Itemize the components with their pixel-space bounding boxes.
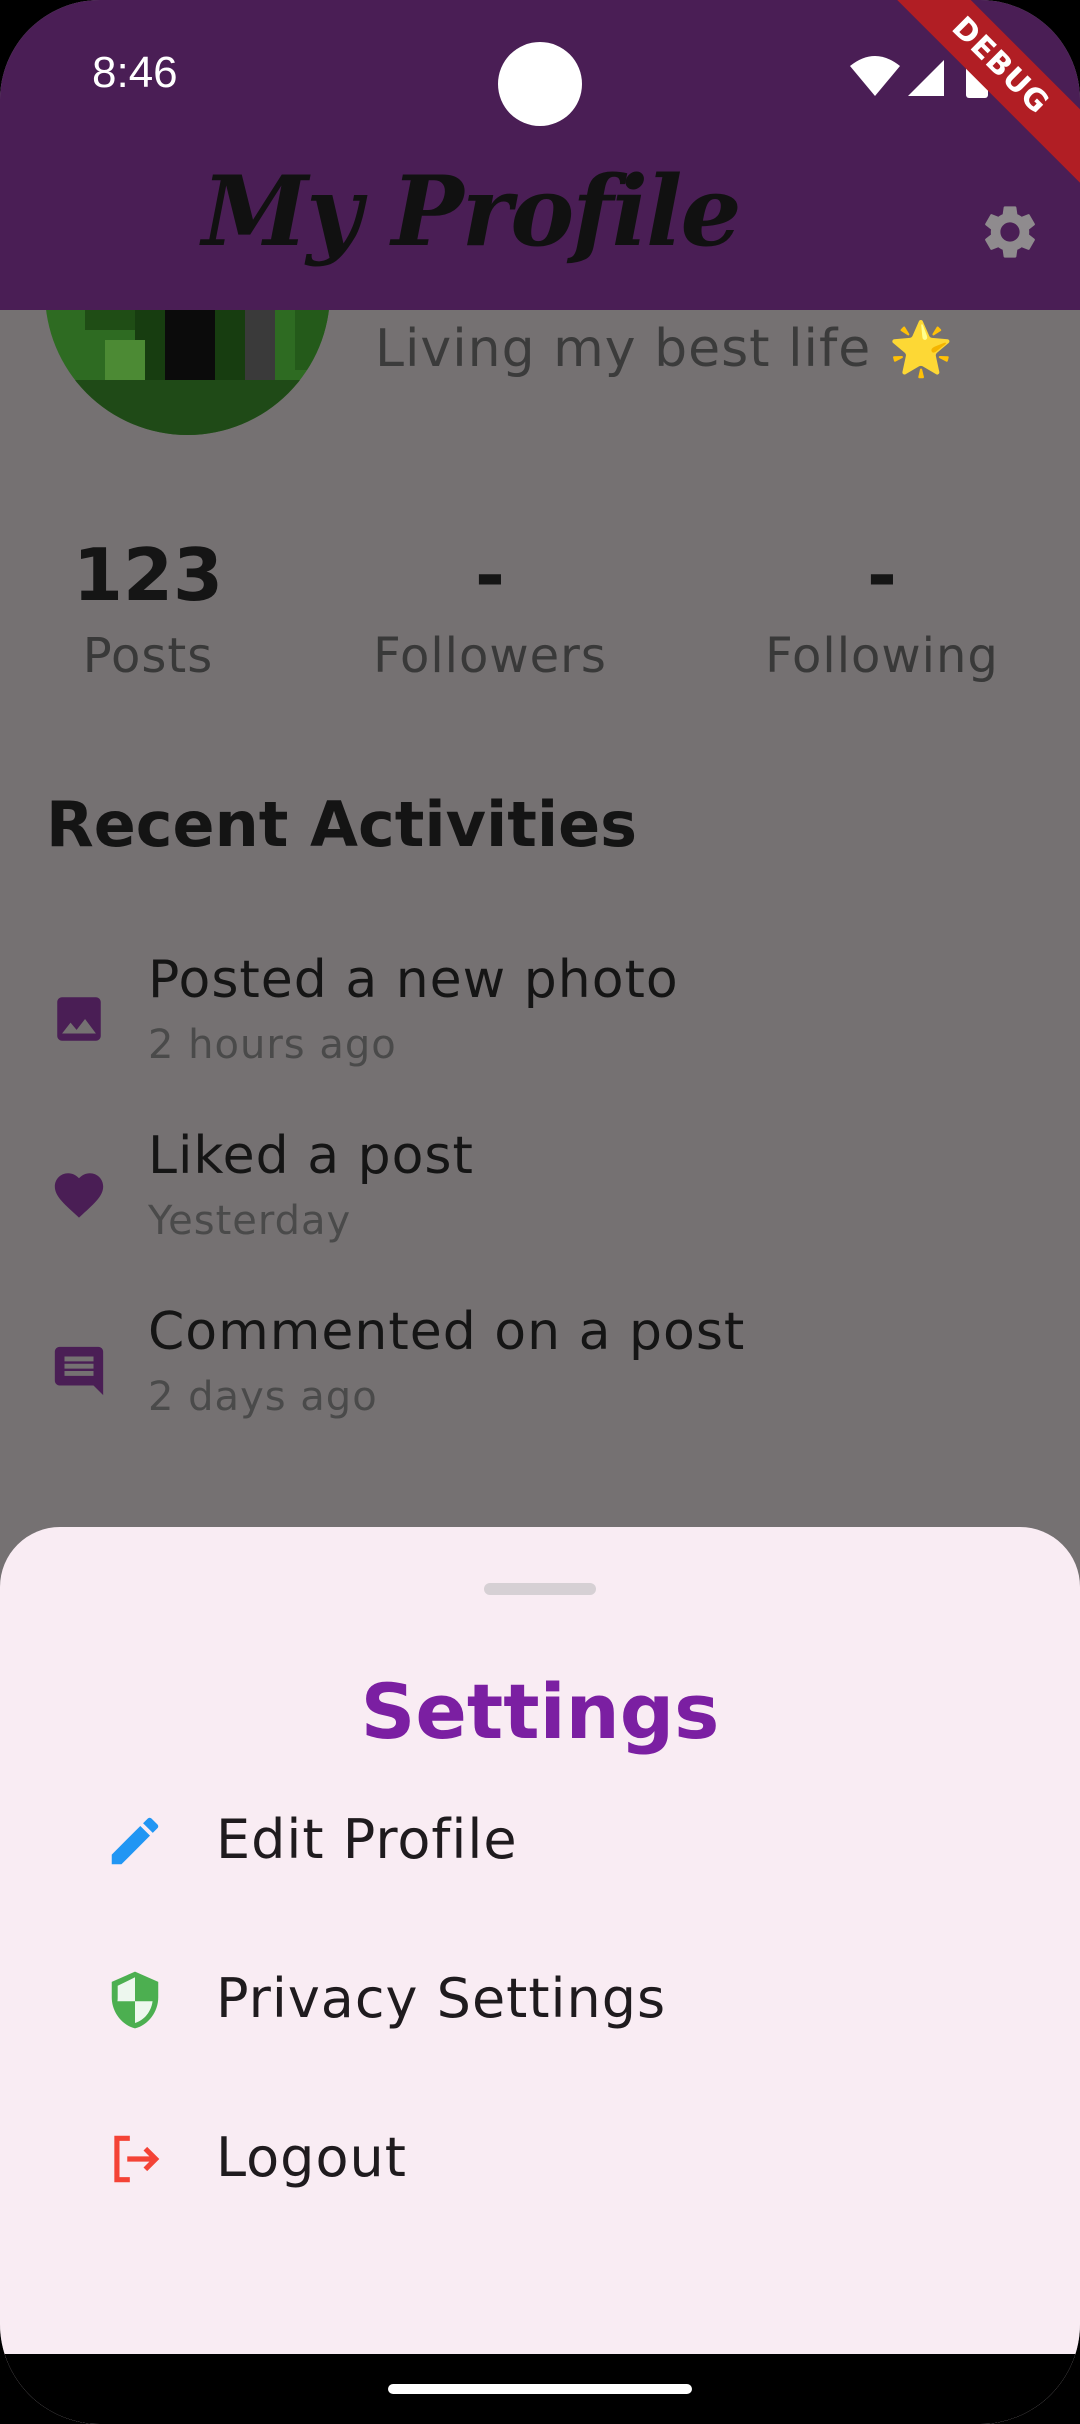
menu-item-label: Privacy Settings xyxy=(216,1967,667,2030)
home-indicator[interactable] xyxy=(388,2384,692,2394)
wifi-icon xyxy=(850,56,900,96)
activity-item[interactable]: Posted a new photo 2 hours ago xyxy=(0,950,1080,1100)
stat-following[interactable]: - Following xyxy=(722,530,1042,684)
activity-title: Commented on a post xyxy=(148,1302,746,1362)
image-icon xyxy=(57,997,101,1041)
stat-following-value: - xyxy=(867,533,897,617)
gear-icon[interactable] xyxy=(978,200,1042,264)
settings-bottom-sheet: Settings Edit Profile Privacy Settings L… xyxy=(0,1527,1080,2424)
menu-item-edit-profile[interactable]: Edit Profile xyxy=(0,1770,1080,1910)
device-screen: Living my best life 🌟 123 Posts - Follow… xyxy=(0,0,1080,2424)
signal-icon xyxy=(908,60,944,96)
sheet-title: Settings xyxy=(360,1667,720,1756)
stat-followers-label: Followers xyxy=(373,628,607,684)
comment-icon xyxy=(54,1346,104,1396)
stat-posts-value: 123 xyxy=(72,533,224,617)
menu-item-privacy-settings[interactable]: Privacy Settings xyxy=(0,1929,1080,2069)
profile-bio: Living my best life 🌟 xyxy=(375,319,955,379)
stat-posts[interactable]: 123 Posts xyxy=(0,530,308,684)
stat-following-label: Following xyxy=(765,628,999,684)
activity-time: 2 hours ago xyxy=(148,1022,397,1068)
menu-item-label: Edit Profile xyxy=(216,1808,518,1871)
activity-title: Posted a new photo xyxy=(148,950,679,1010)
activity-time: Yesterday xyxy=(148,1198,352,1244)
activity-title: Liked a post xyxy=(148,1126,474,1186)
stat-followers-value: - xyxy=(475,533,505,617)
activity-time: 2 days ago xyxy=(148,1374,378,1420)
activity-item[interactable]: Liked a post Yesterday xyxy=(0,1126,1080,1276)
stat-followers[interactable]: - Followers xyxy=(330,530,650,684)
drag-handle[interactable] xyxy=(484,1583,596,1595)
page-title: My Profile xyxy=(202,155,742,268)
menu-item-label: Logout xyxy=(216,2126,407,2189)
stat-posts-label: Posts xyxy=(82,628,214,684)
camera-cutout xyxy=(498,42,582,126)
status-time: 8:46 xyxy=(92,48,178,97)
logout-icon xyxy=(114,2135,160,2183)
heart-icon xyxy=(54,1173,104,1218)
activity-item[interactable]: Commented on a post 2 days ago xyxy=(0,1302,1080,1452)
shield-icon xyxy=(111,1971,159,2029)
recent-activities-title: Recent Activities xyxy=(46,788,638,861)
menu-item-logout[interactable]: Logout xyxy=(0,2088,1080,2228)
edit-icon xyxy=(111,1817,159,1865)
app-bar: 8:46 My Profile DEBUG xyxy=(0,0,1080,310)
